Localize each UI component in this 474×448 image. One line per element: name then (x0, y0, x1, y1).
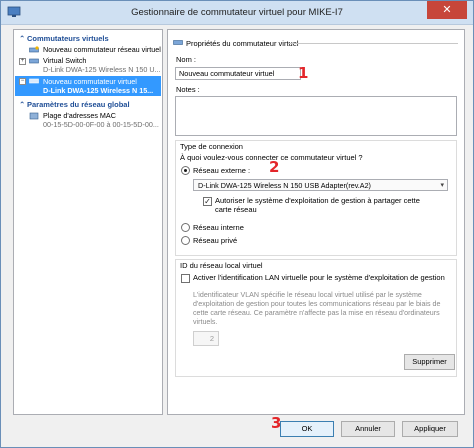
title-bar: Gestionnaire de commutateur virtuel pour… (1, 1, 473, 25)
enable-vlan-label[interactable]: Activer l'identification LAN virtuelle p… (193, 273, 445, 282)
tree-item-new-switch[interactable]: Nouveau commutateur réseau virtuel (15, 45, 161, 55)
tree-item-selected-switch[interactable]: − Nouveau commutateur virtuel D-Link DWA… (15, 76, 161, 96)
internal-network-radio[interactable] (181, 223, 190, 232)
network-switch-icon (173, 40, 183, 45)
vlan-label: ID du réseau local virtuel (180, 261, 263, 270)
annotation-2: 2 (269, 158, 280, 176)
properties-section-title: Propriétés du commutateur virtuel (186, 39, 299, 48)
collapse-chevron-icon[interactable]: ⌃ (19, 33, 27, 44)
close-button[interactable]: ✕ (427, 1, 467, 19)
name-label: Nom : (176, 55, 197, 64)
private-network-radio[interactable] (181, 236, 190, 245)
name-input[interactable]: Nouveau commutateur virtuel (175, 67, 301, 80)
network-switch-icon (29, 58, 39, 64)
external-network-label[interactable]: Réseau externe : (193, 166, 250, 175)
network-adapter-icon (29, 112, 39, 120)
section-divider (288, 43, 458, 44)
network-adapter-select[interactable]: D-Link DWA-125 Wireless N 150 USB Adapte… (193, 179, 448, 191)
vlan-id-input[interactable]: 2 (193, 331, 219, 346)
window-title: Gestionnaire de commutateur virtuel pour… (131, 7, 343, 18)
internal-network-label[interactable]: Réseau interne (193, 223, 244, 232)
private-network-label[interactable]: Réseau privé (193, 236, 237, 245)
connection-type-label: Type de connexion (180, 142, 243, 151)
collapse-chevron-icon[interactable]: ⌃ (19, 99, 27, 110)
connection-type-group: Type de connexion À quoi voulez-vous con… (175, 140, 457, 256)
cancel-button[interactable]: Annuler (341, 421, 395, 437)
notes-input[interactable] (175, 96, 457, 136)
tree-item-mac-range[interactable]: Plage d'adresses MAC 00-15-5D-00-0F-00 à… (15, 111, 161, 130)
apply-button[interactable]: Appliquer (402, 421, 458, 437)
tree-item-virtual-switch[interactable]: + Virtual Switch D-Link DWA-125 Wireless… (15, 56, 161, 75)
expand-plus-icon[interactable]: + (19, 58, 26, 65)
vlan-info-text: L'identificateur VLAN spécifie le réseau… (193, 291, 441, 326)
dropdown-arrow-icon[interactable]: ▾ (440, 180, 444, 190)
switch-manager-window: Gestionnaire de commutateur virtuel pour… (0, 0, 474, 448)
allow-management-os-label[interactable]: Autoriser le système d'exploitation de g… (215, 196, 420, 214)
remove-button[interactable]: Supprimer (404, 354, 455, 370)
enable-vlan-checkbox[interactable] (181, 274, 190, 283)
global-settings-header[interactable]: ⌃ Paramètres du réseau global (15, 99, 161, 110)
annotation-1: 1 (298, 64, 309, 82)
external-network-radio[interactable] (181, 166, 190, 175)
notes-label: Notes : (176, 85, 200, 94)
virtual-switches-header[interactable]: ⌃ Commutateurs virtuels (15, 33, 161, 44)
expand-minus-icon[interactable]: − (19, 78, 26, 85)
ok-button[interactable]: OK (280, 421, 334, 437)
network-switch-icon (29, 46, 39, 53)
network-switch-icon (29, 78, 39, 84)
navigation-tree: ⌃ Commutateurs virtuels Nouveau commutate… (13, 29, 163, 415)
switch-properties-pane: Propriétés du commutateur virtuel Nom : … (167, 29, 465, 415)
allow-management-os-checkbox[interactable]: ✓ (203, 197, 212, 206)
